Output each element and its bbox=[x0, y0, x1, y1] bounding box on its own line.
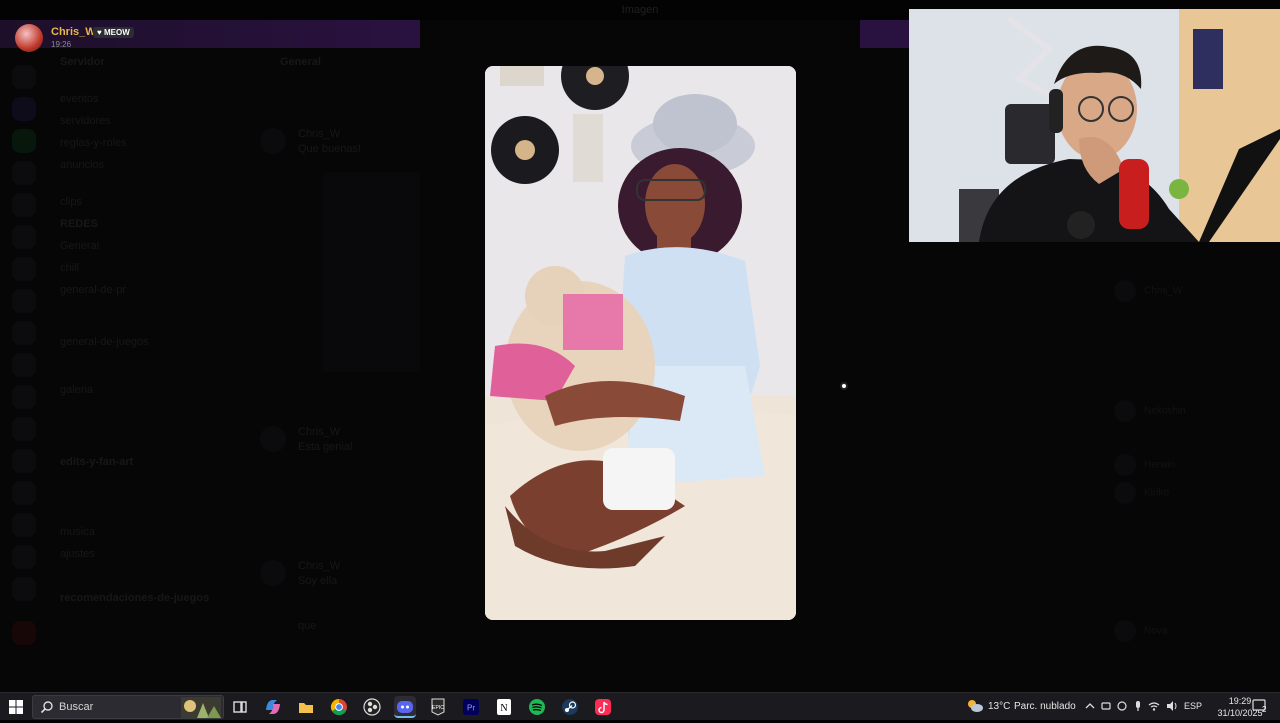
task-view-glyph bbox=[233, 701, 247, 713]
app-tray-icon[interactable] bbox=[1116, 700, 1128, 712]
onedrive-icon[interactable] bbox=[1100, 700, 1112, 712]
enlarged-image[interactable] bbox=[485, 66, 796, 620]
input-language[interactable]: ESP bbox=[1184, 701, 1202, 711]
system-tray: 13°C Parc. nublado ESP 19:29 31/10/2025 … bbox=[966, 693, 1280, 721]
streamer-header-edge bbox=[860, 20, 910, 48]
premiere-pro-icon[interactable]: Pr bbox=[460, 696, 482, 718]
chrome-icon[interactable] bbox=[328, 696, 350, 718]
webcam-illustration bbox=[909, 9, 1280, 242]
copilot-icon[interactable] bbox=[262, 696, 284, 718]
webcam-overlay bbox=[909, 9, 1280, 242]
svg-text:EPIC: EPIC bbox=[432, 705, 444, 711]
volume-icon[interactable] bbox=[1166, 700, 1178, 712]
chevron-up-icon[interactable] bbox=[1084, 700, 1096, 712]
spotify-glyph bbox=[529, 699, 545, 715]
notion-glyph: N bbox=[497, 699, 511, 715]
microphone-icon[interactable] bbox=[1132, 700, 1144, 712]
discord-glyph bbox=[397, 701, 413, 713]
search-icon bbox=[40, 701, 53, 714]
steam-glyph bbox=[562, 699, 578, 715]
notification-count: 2 bbox=[1262, 705, 1267, 714]
windows-start-button[interactable] bbox=[4, 696, 28, 718]
mouse-cursor bbox=[840, 382, 848, 390]
premiere-glyph: Pr bbox=[463, 699, 479, 715]
svg-text:Pr: Pr bbox=[467, 704, 475, 713]
chrome-glyph bbox=[330, 698, 347, 716]
tiktok-glyph bbox=[595, 699, 611, 715]
spotify-icon[interactable] bbox=[526, 696, 548, 718]
copilot-glyph bbox=[266, 700, 280, 714]
obs-glyph bbox=[363, 698, 381, 716]
tiktok-icon[interactable] bbox=[592, 696, 614, 718]
search-placeholder: Buscar bbox=[59, 701, 94, 713]
file-explorer-icon[interactable] bbox=[295, 696, 317, 718]
partly-cloudy-icon[interactable] bbox=[966, 699, 984, 713]
photo-illustration bbox=[485, 66, 796, 620]
steam-icon[interactable] bbox=[559, 696, 581, 718]
discord-app: Imagen Servidor eventos servidores regla… bbox=[0, 0, 1280, 692]
status-badge: ♥ MEOW bbox=[93, 27, 134, 38]
svg-text:N: N bbox=[500, 703, 507, 714]
weather-description[interactable]: Parc. nublado bbox=[1014, 701, 1076, 712]
obs-icon[interactable] bbox=[361, 696, 383, 718]
windows-taskbar: Buscar EPIC Pr N 13°C Parc. nublado ESP … bbox=[0, 692, 1280, 720]
discord-icon[interactable] bbox=[394, 696, 416, 718]
streamer-name: Chris_W bbox=[51, 26, 96, 38]
windows-logo-icon bbox=[9, 700, 23, 714]
epic-glyph: EPIC bbox=[431, 698, 445, 716]
folder-glyph bbox=[299, 703, 313, 713]
taskbar-search-input[interactable]: Buscar bbox=[32, 695, 224, 719]
wifi-icon[interactable] bbox=[1148, 700, 1160, 712]
notion-icon[interactable]: N bbox=[493, 696, 515, 718]
task-view-icon[interactable] bbox=[229, 696, 251, 718]
avatar bbox=[15, 24, 43, 52]
weather-temperature[interactable]: 13°C bbox=[988, 701, 1010, 712]
epic-games-icon[interactable]: EPIC bbox=[427, 696, 449, 718]
search-highlight-icon bbox=[181, 697, 221, 718]
streamer-time: 19:26 bbox=[51, 40, 72, 49]
